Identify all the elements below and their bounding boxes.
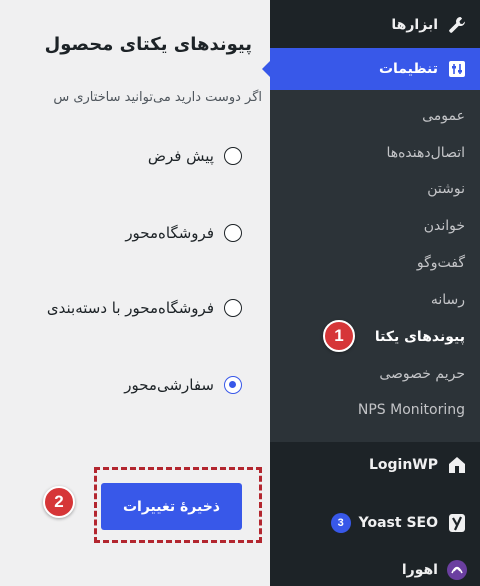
radio-button[interactable] — [224, 147, 242, 165]
menu-loginwp-label: LoginWP — [368, 457, 438, 473]
submenu-item-discussion[interactable]: گفت‌وگو — [417, 255, 465, 271]
radio-label: فروشگاه‌محور با دسته‌بندی — [46, 299, 214, 317]
menu-tools[interactable]: ابزارها — [270, 6, 480, 44]
settings-content: پیوندهای یکتای محصول اگر دوست دارید می‌ت… — [0, 0, 270, 586]
yoast-logo-icon — [446, 512, 468, 534]
radio-option-default[interactable]: پیش فرض — [148, 147, 242, 165]
radio-option-custom[interactable]: سفارشی‌محور — [124, 376, 242, 394]
radio-button[interactable] — [224, 224, 242, 242]
yoast-notification-count: 3 — [330, 513, 351, 533]
menu-ahura[interactable]: اهورا — [270, 554, 480, 586]
radio-button[interactable] — [224, 299, 242, 317]
settings-sliders-icon — [446, 58, 468, 80]
submenu-item-media[interactable]: رسانه — [431, 292, 465, 308]
menu-settings[interactable]: تنظیمات — [262, 48, 480, 90]
submenu-item-nps-monitoring[interactable]: NPS Monitoring — [358, 402, 465, 418]
menu-loginwp[interactable]: LoginWP — [270, 445, 480, 485]
radio-option-shop-category[interactable]: فروشگاه‌محور با دسته‌بندی — [47, 299, 242, 317]
radio-option-shop-base[interactable]: فروشگاه‌محور — [125, 224, 242, 242]
step-badge-2: 2 — [43, 486, 75, 518]
menu-yoast-label: Yoast SEO — [358, 515, 438, 531]
submenu-item-connectors[interactable]: اتصال‌دهنده‌ها — [386, 145, 465, 161]
submenu-item-general[interactable]: عمومی — [422, 108, 465, 124]
radio-label: سفارشی‌محور — [124, 376, 214, 394]
step-badge-1: 1 — [323, 320, 355, 352]
menu-settings-label: تنظیمات — [378, 61, 438, 77]
submenu-item-writing[interactable]: نوشتن — [427, 181, 465, 197]
menu-tools-label: ابزارها — [391, 17, 438, 33]
ahura-logo-icon — [446, 559, 468, 581]
radio-button-selected[interactable] — [224, 376, 242, 394]
menu-ahura-label: اهورا — [401, 562, 438, 578]
section-description: اگر دوست دارید می‌توانید ساختاری س — [53, 90, 262, 105]
wrench-icon — [446, 14, 468, 36]
submenu-item-permalinks[interactable]: پیوندهای یکتا — [375, 329, 465, 345]
submenu-item-reading[interactable]: خواندن — [424, 218, 465, 234]
save-changes-button[interactable]: ذخیرهٔ تغییرات — [101, 483, 242, 530]
radio-label: پیش فرض — [147, 147, 214, 165]
settings-submenu: عمومی اتصال‌دهنده‌ها نوشتن خواندن گفت‌وگ… — [270, 90, 480, 442]
submenu-item-privacy[interactable]: حریم خصوصی — [379, 366, 465, 382]
radio-label: فروشگاه‌محور — [125, 224, 214, 242]
admin-sidebar: ابزارها تنظیمات عمومی اتصال‌دهنده‌ها نوش… — [262, 0, 480, 586]
house-lock-icon — [446, 454, 468, 476]
menu-yoast-seo[interactable]: Yoast SEO 3 — [270, 503, 480, 543]
page-title: پیوندهای یکتای محصول — [44, 34, 252, 55]
